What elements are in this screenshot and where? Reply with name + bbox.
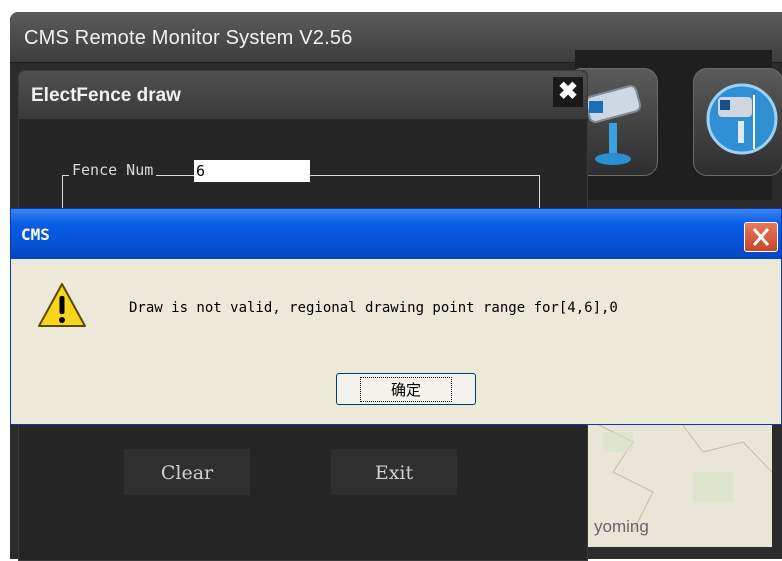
map-place-label: yoming: [594, 517, 649, 536]
ptz-camera-icon: [706, 83, 778, 155]
warning-icon: [38, 283, 86, 327]
exit-button[interactable]: Exit: [331, 449, 457, 495]
fence-num-label: Fence Num: [69, 161, 157, 179]
ok-button-label: 确定: [359, 376, 452, 402]
message-box-titlebar[interactable]: CMS: [11, 209, 781, 259]
fence-num-input[interactable]: [194, 160, 310, 182]
ok-button[interactable]: 确定: [336, 373, 476, 405]
ptz-toolbar-button[interactable]: [693, 68, 782, 176]
close-icon[interactable]: [744, 222, 778, 252]
clear-button[interactable]: Clear: [124, 449, 250, 495]
app-title: CMS Remote Monitor System V2.56: [24, 27, 353, 49]
fence-dialog-titlebar[interactable]: ElectFence draw ✖: [19, 71, 587, 119]
message-text: Draw is not valid, regional drawing poin…: [129, 300, 618, 316]
close-icon[interactable]: ✖: [553, 77, 583, 107]
fence-dialog-title: ElectFence draw: [31, 85, 181, 106]
message-box: CMS Draw is not valid, regional drawing …: [10, 208, 782, 425]
message-box-title: CMS: [21, 225, 50, 244]
